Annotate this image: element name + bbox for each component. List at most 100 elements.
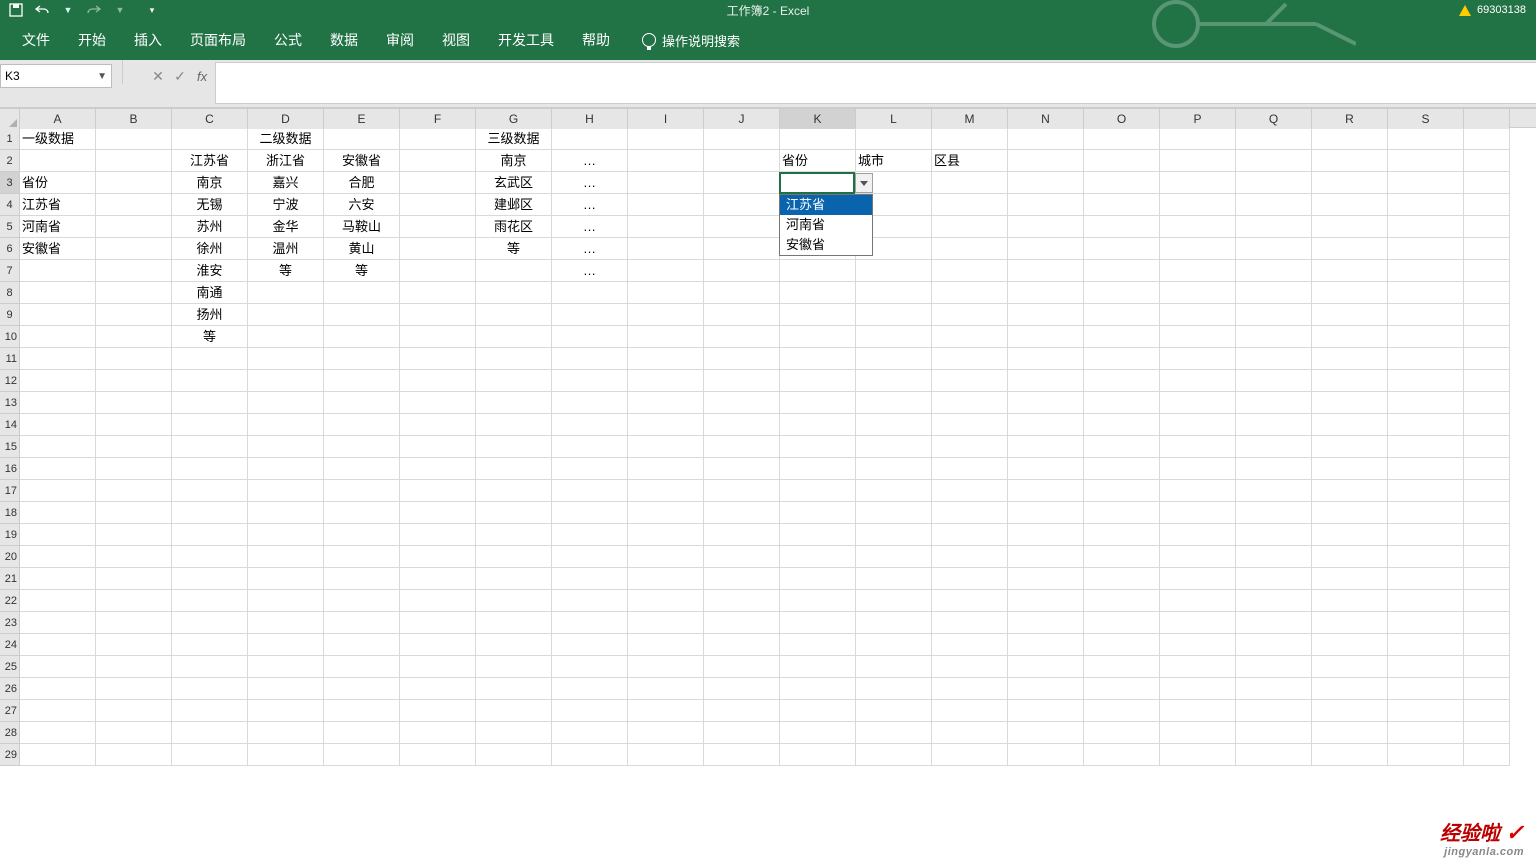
spreadsheet-grid[interactable]: A B C D E F G H I J K L M N O P Q R S 1一… [0,108,1536,866]
cell[interactable] [1464,634,1510,656]
cell[interactable] [476,436,552,458]
cell[interactable] [552,634,628,656]
cell[interactable] [704,172,780,194]
cell[interactable] [1084,436,1160,458]
cell[interactable] [704,502,780,524]
cell[interactable] [1388,502,1464,524]
cell[interactable] [856,370,932,392]
cell[interactable] [1084,700,1160,722]
cell[interactable] [1008,722,1084,744]
cell[interactable]: … [552,238,628,260]
cell[interactable] [476,678,552,700]
tell-me[interactable]: 操作说明搜索 [642,31,740,50]
cell[interactable] [476,656,552,678]
row-header[interactable]: 18 [0,502,20,524]
cell[interactable] [1008,414,1084,436]
cell[interactable] [932,612,1008,634]
cell[interactable] [172,612,248,634]
cell[interactable] [96,546,172,568]
cell[interactable]: 南京 [172,172,248,194]
cell[interactable] [1464,370,1510,392]
cell[interactable] [324,612,400,634]
redo-dropdown-icon[interactable]: ▼ [112,2,128,18]
cell[interactable] [1008,150,1084,172]
cell[interactable] [856,282,932,304]
cell[interactable] [780,546,856,568]
cell[interactable] [1160,524,1236,546]
cell[interactable] [248,458,324,480]
tab-data[interactable]: 数据 [316,20,372,60]
cell[interactable] [96,414,172,436]
cell[interactable] [96,524,172,546]
cell[interactable]: 省份 [20,172,96,194]
cell[interactable] [1388,172,1464,194]
cell[interactable] [1464,392,1510,414]
warning-icon[interactable] [1459,5,1471,16]
cell[interactable] [400,458,476,480]
cell[interactable] [1312,590,1388,612]
cell[interactable] [856,590,932,612]
cell[interactable] [172,568,248,590]
cell[interactable] [1160,414,1236,436]
col-header[interactable]: R [1312,109,1388,129]
cell[interactable] [780,568,856,590]
cell[interactable] [1008,392,1084,414]
tab-insert[interactable]: 插入 [120,20,176,60]
cell[interactable] [932,172,1008,194]
cell[interactable] [172,700,248,722]
cell[interactable] [628,480,704,502]
cell[interactable] [1464,480,1510,502]
cell[interactable] [1236,458,1312,480]
cell[interactable] [1236,634,1312,656]
cell[interactable] [1008,656,1084,678]
cell[interactable] [1160,590,1236,612]
cell[interactable] [1312,414,1388,436]
cell[interactable] [1236,524,1312,546]
tab-layout[interactable]: 页面布局 [176,20,260,60]
cell[interactable] [172,546,248,568]
cell[interactable] [20,304,96,326]
cell[interactable]: 安徽省 [20,238,96,260]
cell[interactable] [1388,238,1464,260]
cell[interactable] [780,612,856,634]
cell[interactable] [1160,458,1236,480]
cell[interactable] [932,194,1008,216]
cell[interactable] [1312,678,1388,700]
row-header[interactable]: 24 [0,634,20,656]
cell[interactable] [96,260,172,282]
cell[interactable] [96,326,172,348]
cell[interactable]: 等 [476,238,552,260]
cell[interactable] [628,458,704,480]
cell[interactable] [1008,260,1084,282]
cell[interactable] [20,656,96,678]
cell[interactable] [1388,194,1464,216]
cell[interactable]: 江苏省 [172,150,248,172]
cell[interactable] [1084,238,1160,260]
cell[interactable] [704,524,780,546]
cell[interactable] [1160,348,1236,370]
name-box-dropdown-icon[interactable]: ▼ [97,71,107,82]
cell[interactable] [856,634,932,656]
cell[interactable] [20,370,96,392]
cell[interactable] [1008,282,1084,304]
cell[interactable] [932,392,1008,414]
col-header[interactable]: G [476,109,552,129]
cell[interactable] [324,128,400,150]
cell[interactable] [1084,392,1160,414]
cell[interactable] [324,656,400,678]
cell[interactable] [324,282,400,304]
cell[interactable] [400,722,476,744]
cell[interactable] [932,304,1008,326]
cell[interactable] [1236,282,1312,304]
cell[interactable] [932,634,1008,656]
cell[interactable]: 城市 [856,150,932,172]
cell[interactable] [400,150,476,172]
cell[interactable] [1160,656,1236,678]
cell[interactable] [552,436,628,458]
cell[interactable] [1160,282,1236,304]
cell[interactable] [704,304,780,326]
cell[interactable] [704,480,780,502]
cell[interactable] [96,238,172,260]
cell[interactable] [1008,546,1084,568]
cell[interactable]: 省份 [780,150,856,172]
